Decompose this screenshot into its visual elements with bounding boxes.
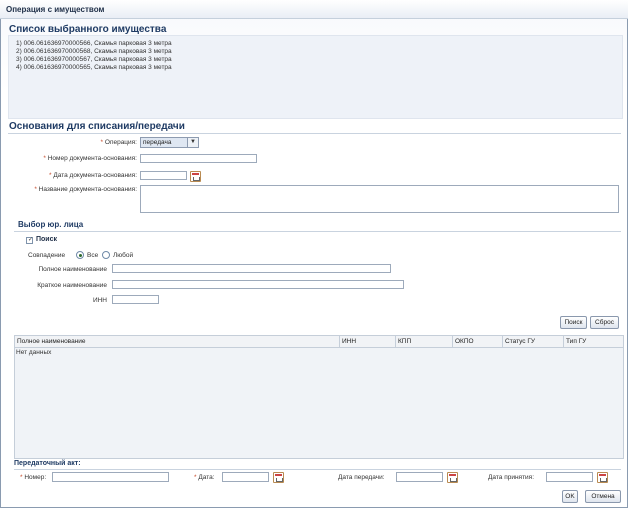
basis-heading-divider — [8, 133, 621, 134]
doc-date-label: * Дата документа-основания: — [48, 172, 137, 179]
doc-number-label: * Номер документа-основания: — [43, 155, 137, 162]
calendar-icon[interactable] — [273, 472, 284, 483]
search-button[interactable]: Поиск — [560, 316, 587, 329]
column-header-type[interactable]: Тип ГУ — [566, 338, 586, 345]
required-mark: * — [43, 155, 46, 162]
column-divider — [339, 336, 340, 347]
full-name-label: Полное наименование — [38, 266, 107, 273]
doc-name-label: * Название документа-основания: — [34, 186, 137, 193]
table-body: Нет данных — [15, 348, 623, 458]
match-any-radio[interactable] — [102, 251, 110, 259]
act-number-input[interactable] — [52, 472, 169, 482]
column-divider — [563, 336, 564, 347]
calendar-icon[interactable] — [597, 472, 608, 483]
selected-item: 3) 006.061636970000567, Скамья парковая … — [16, 56, 172, 63]
calendar-icon[interactable] — [190, 171, 201, 182]
operation-select[interactable]: передача ▼ — [140, 137, 199, 148]
match-any-label: Любой — [113, 252, 134, 259]
column-header-kpp[interactable]: КПП — [398, 338, 411, 345]
match-all-label: Все — [87, 252, 99, 259]
required-mark: * — [34, 186, 37, 193]
inn-input[interactable] — [112, 295, 159, 304]
selected-item: 1) 006.061636970000566, Скамья парковая … — [16, 40, 172, 47]
short-name-label: Краткое наименование — [37, 282, 107, 289]
column-header-status[interactable]: Статус ГУ — [505, 338, 535, 345]
reset-button[interactable]: Сброс — [590, 316, 619, 329]
operation-label: * Операция: — [100, 139, 137, 146]
selected-list-heading: Список выбранного имущества — [9, 24, 167, 35]
transfer-date-label: Дата передачи: — [338, 474, 385, 481]
column-header-full-name[interactable]: Полное наименование — [17, 338, 86, 345]
act-number-label: * Номер: — [20, 474, 47, 481]
act-date-input[interactable] — [222, 472, 269, 482]
search-toggle-label[interactable]: Поиск — [36, 236, 57, 243]
selected-item: 2) 006.061636970000568, Скамья парковая … — [16, 48, 172, 55]
transfer-date-input[interactable] — [396, 472, 443, 482]
doc-date-input[interactable] — [140, 171, 187, 180]
table-header: Полное наименование ИНН КПП ОКПО Статус … — [15, 336, 623, 348]
empty-table-message: Нет данных — [16, 349, 52, 356]
operation-select-value: передача — [143, 139, 172, 146]
cancel-button[interactable]: Отмена — [585, 490, 621, 503]
column-header-inn[interactable]: ИНН — [342, 338, 356, 345]
act-date-label: * Дата: — [194, 474, 215, 481]
transfer-act-heading: Передаточный акт: — [14, 460, 81, 467]
column-header-okpo[interactable]: ОКПО — [455, 338, 474, 345]
column-divider — [452, 336, 453, 347]
window-title: Операция с имуществом — [6, 5, 105, 14]
required-mark: * — [48, 172, 52, 179]
title-bar[interactable]: Операция с имуществом — [0, 0, 628, 19]
inn-label: ИНН — [92, 297, 107, 304]
doc-name-textarea[interactable] — [140, 185, 619, 213]
required-mark: * — [100, 139, 104, 146]
accept-date-label: Дата принятия: — [488, 474, 535, 481]
results-table: Полное наименование ИНН КПП ОКПО Статус … — [14, 335, 624, 459]
column-divider — [395, 336, 396, 347]
match-label: Совпадение — [28, 252, 66, 259]
calendar-icon[interactable] — [447, 472, 458, 483]
ok-button[interactable]: OK — [562, 490, 578, 503]
transfer-act-divider — [14, 469, 621, 470]
legal-heading-divider — [14, 231, 621, 232]
match-all-radio[interactable] — [76, 251, 84, 259]
basis-heading: Основания для списания/передачи — [9, 121, 185, 132]
accept-date-input[interactable] — [546, 472, 593, 482]
legal-entity-heading: Выбор юр. лица — [18, 220, 84, 229]
doc-number-input[interactable] — [140, 154, 257, 163]
column-divider — [502, 336, 503, 347]
full-name-input[interactable] — [112, 264, 391, 273]
short-name-input[interactable] — [112, 280, 404, 289]
chevron-down-icon[interactable]: ▼ — [187, 138, 198, 147]
selected-item: 4) 006.061636970000565, Скамья парковая … — [16, 64, 172, 71]
